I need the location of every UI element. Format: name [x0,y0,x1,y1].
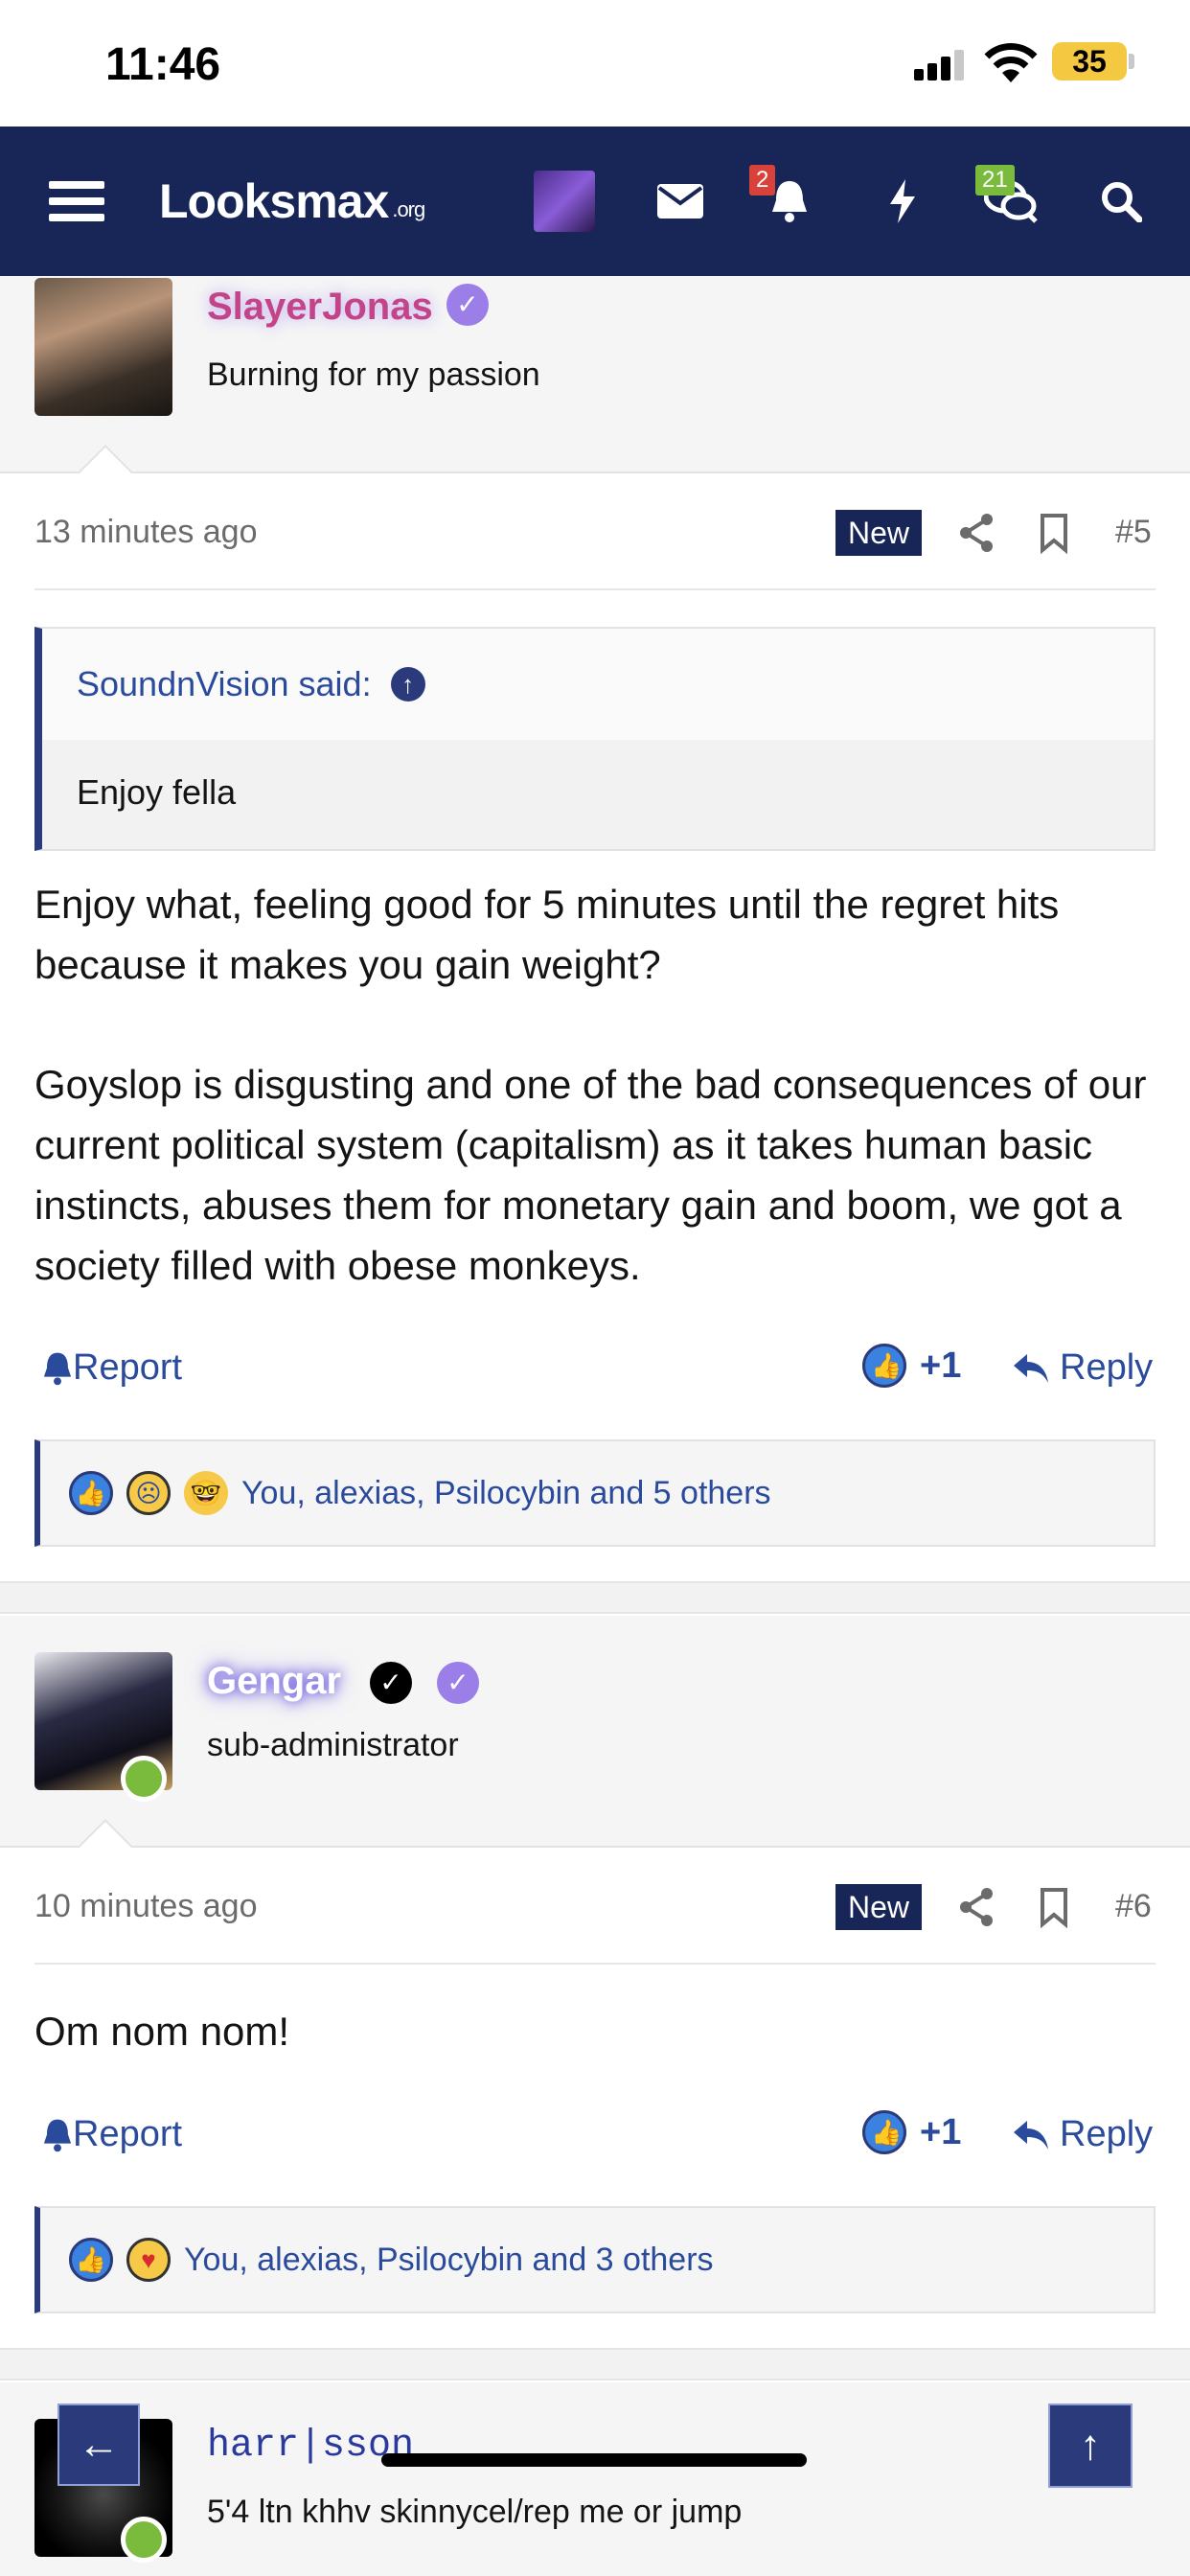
scroll-to-top-icon[interactable]: ↑ [1048,2404,1133,2488]
reply-icon [1014,1353,1048,1383]
menu-icon[interactable] [38,126,115,276]
alerts-badge: 2 [749,165,776,196]
author-avatar[interactable] [34,278,172,416]
author-username[interactable]: Gengar [207,1660,341,1703]
cellular-signal-icon [914,50,968,80]
like-button[interactable]: +1 [862,1344,961,1388]
reactions-bar[interactable]: 👍 ♥ You, alexias, Psilocybin and 3 other… [34,2206,1156,2313]
back-arrow-icon[interactable]: ← [57,2404,140,2486]
divider [34,588,1156,590]
bookmark-icon[interactable] [1033,512,1075,554]
site-logo[interactable]: Looksmax .org [159,126,446,276]
report-button[interactable]: Report [42,2114,182,2155]
quote-author: SoundnVision said: [77,664,372,703]
quote-block: SoundnVision said: ↑ Enjoy fella [34,627,1156,851]
verified-badge-icon: ✓ [437,1662,479,1704]
like-button[interactable]: +1 [862,2110,961,2154]
sad-reaction-icon: ☹ [126,1471,171,1515]
post-timestamp[interactable]: 10 minutes ago [34,1888,258,1925]
online-status-indicator [121,1756,167,1802]
reply-icon [1014,2120,1048,2150]
post-author-header: harr|sson 5'4 ltn khhv skinnycel/rep me … [0,2382,1190,2576]
verified-badge-icon: ✓ [446,284,489,326]
post-pointer [73,443,134,473]
post-number[interactable]: #6 [1115,1888,1152,1925]
user-avatar[interactable] [533,126,596,276]
bookmark-icon[interactable] [1033,1886,1075,1928]
arrow-up-icon[interactable]: ↑ [390,667,425,702]
like-icon [862,2110,906,2154]
post-paragraph: Om nom nom! [34,2009,290,2054]
quote-header[interactable]: SoundnVision said: ↑ [42,629,1154,740]
share-icon[interactable] [956,512,998,554]
quote-text: Enjoy fella [42,740,1154,849]
post-paragraph: Goyslop is disgusting and one of the bad… [34,1062,1147,1288]
post-number[interactable]: #5 [1115,514,1152,551]
reactions-summary: You, alexias, Psilocybin and 3 others [184,2241,714,2278]
envelope-icon[interactable] [652,126,709,276]
wifi-icon [984,43,1038,82]
like-count: +1 [920,2111,962,2152]
post-paragraph: Enjoy what, feeling good for 5 minutes u… [34,882,1060,987]
logo-suffix: .org [392,197,425,221]
bell-icon [43,2119,72,2151]
nerd-reaction-icon: 🤓 [184,1471,228,1515]
reactions-bar[interactable]: 👍 ☹ 🤓 You, alexias, Psilocybin and 5 oth… [34,1439,1156,1547]
author-title: 5'4 ltn khhv skinnycel/rep me or jump [207,2494,743,2530]
report-label: Report [73,2114,183,2154]
report-button[interactable]: Report [42,1347,182,1389]
like-reaction-icon: 👍 [69,2238,113,2282]
post-author-header: Gengar ✓ ✓ sub-administrator [0,1616,1190,1848]
like-count: +1 [920,1345,962,1386]
heart-eyes-reaction-icon: ♥ [126,2238,171,2282]
user-avatar-image [534,171,595,232]
reply-button[interactable]: Reply [1012,2114,1153,2155]
reactions-summary: You, alexias, Psilocybin and 5 others [241,1474,771,1511]
bell-icon [43,1352,72,1385]
new-badge: New [835,1884,922,1930]
like-icon [862,1344,906,1388]
home-indicator [381,2453,807,2467]
post-separator [0,1581,1190,1614]
author-title: Burning for my passion [207,356,540,393]
conversations-badge: 21 [975,165,1015,196]
post-separator [0,2348,1190,2380]
battery-tip [1129,54,1134,69]
status-bar: 11:46 35 [0,0,1190,126]
reply-button[interactable]: Reply [1012,1347,1153,1389]
share-icon[interactable] [956,1886,998,1928]
search-icon[interactable] [1092,126,1150,276]
like-reaction-icon: 👍 [69,1471,113,1515]
new-badge: New [835,510,922,556]
author-title: sub-administrator [207,1727,459,1763]
reply-label: Reply [1060,1347,1154,1388]
top-navbar: Looksmax .org 2 21 [0,126,1190,276]
battery-indicator: 35 [1052,42,1127,80]
status-time: 11:46 [105,39,221,90]
bell-icon[interactable] [759,126,820,276]
online-status-indicator [121,2517,167,2563]
post-author-header: SlayerJonas ✓ Burning for my passion [0,276,1190,473]
reply-label: Reply [1060,2114,1154,2154]
logo-text: Looksmax [159,174,389,228]
divider [34,1963,1156,1965]
post-timestamp[interactable]: 13 minutes ago [34,514,258,551]
report-label: Report [73,1347,183,1388]
chat-icon[interactable] [977,126,1044,276]
post-pointer [73,1817,134,1848]
author-username[interactable]: SlayerJonas [207,286,433,329]
bolt-icon[interactable] [874,126,931,276]
staff-badge-icon: ✓ [370,1662,412,1704]
